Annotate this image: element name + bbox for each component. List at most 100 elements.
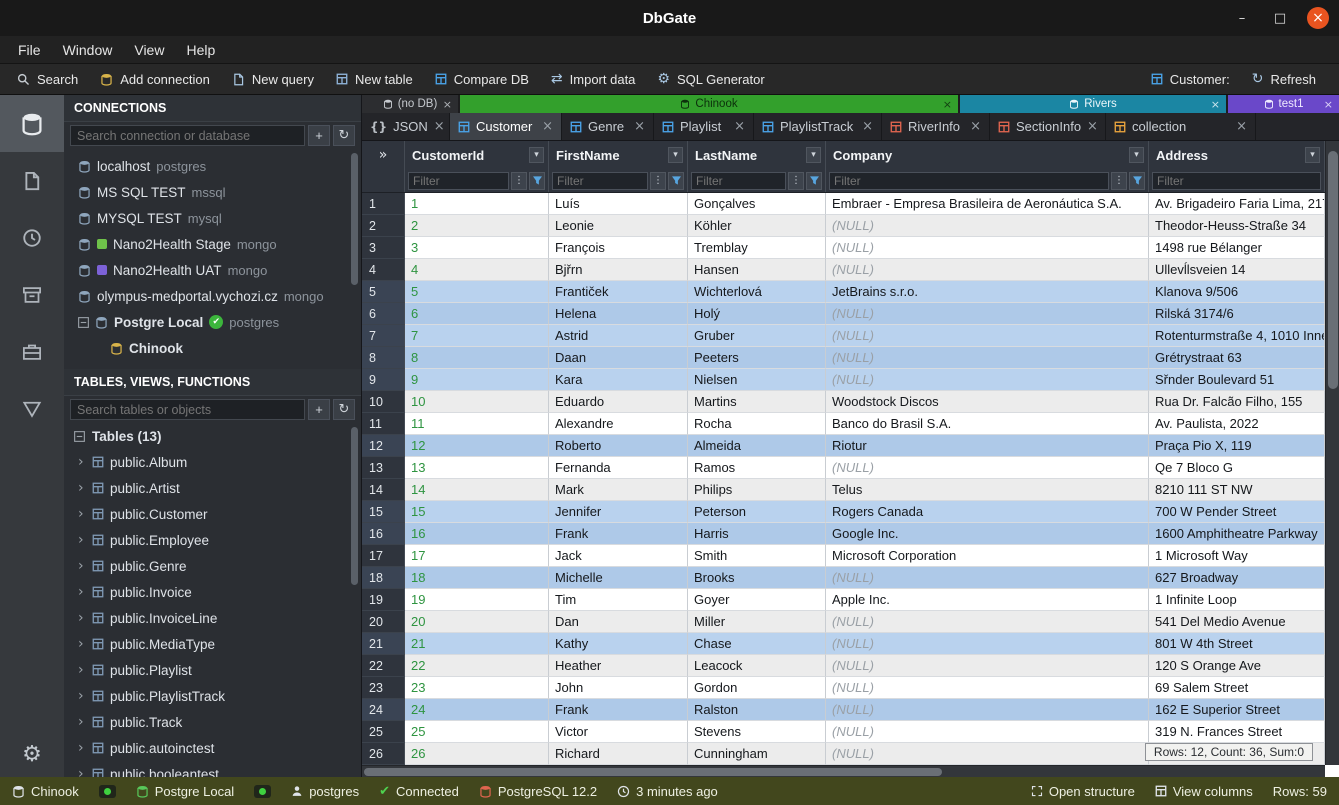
cell-customerid[interactable]: 13 (405, 457, 549, 479)
cell-company[interactable]: Telus (826, 479, 1149, 501)
file-tab-collection[interactable]: collection× (1106, 113, 1256, 140)
cell-firstname[interactable]: Kara (549, 369, 688, 391)
cell-customerid[interactable]: 21 (405, 633, 549, 655)
cell-firstname[interactable]: Eduardo (549, 391, 688, 413)
cell-lastname[interactable]: Gordon (688, 677, 826, 699)
cell-firstname[interactable]: Frantiček (549, 281, 688, 303)
db-tab-test1[interactable]: test1× (1228, 95, 1339, 113)
cell-lastname[interactable]: Nielsen (688, 369, 826, 391)
cell-firstname[interactable]: François (549, 237, 688, 259)
import-data-button[interactable]: ⇄Import data (540, 64, 647, 94)
cell-lastname[interactable]: Cunningham (688, 743, 826, 765)
cell-address[interactable]: 120 S Orange Ave (1149, 655, 1325, 677)
cell-customerid[interactable]: 14 (405, 479, 549, 501)
row-number[interactable]: 20 (362, 611, 405, 633)
cell-firstname[interactable]: Luís (549, 193, 688, 215)
tab-close-icon[interactable]: × (1087, 119, 1098, 134)
new-query-button[interactable]: New query (221, 64, 325, 94)
collapse-minus-icon[interactable] (78, 317, 89, 328)
cell-lastname[interactable]: Wichterlová (688, 281, 826, 303)
table-item-public-employee[interactable]: ›public.Employee (64, 527, 361, 553)
row-number[interactable]: 11 (362, 413, 405, 435)
cell-firstname[interactable]: Jack (549, 545, 688, 567)
connection-item-postgre-local[interactable]: Postgre Local✔postgres (64, 309, 361, 335)
add-object-button[interactable]: + (308, 399, 330, 420)
column-header-customerid[interactable]: CustomerId▾ (405, 141, 549, 169)
cell-firstname[interactable]: John (549, 677, 688, 699)
cell-company[interactable]: Rogers Canada (826, 501, 1149, 523)
filter-menu-button[interactable]: ⋮ (650, 172, 666, 190)
cell-company[interactable]: Riotur (826, 435, 1149, 457)
cell-firstname[interactable]: Astrid (549, 325, 688, 347)
cell-address[interactable]: 1 Microsoft Way (1149, 545, 1325, 567)
cell-address[interactable]: Klanova 9/506 (1149, 281, 1325, 303)
cell-lastname[interactable]: Smith (688, 545, 826, 567)
search-button[interactable]: Search (6, 64, 89, 94)
cell-address[interactable]: 162 E Superior Street (1149, 699, 1325, 721)
cell-lastname[interactable]: Almeida (688, 435, 826, 457)
cell-firstname[interactable]: Daan (549, 347, 688, 369)
filter-input-lastname[interactable] (691, 172, 786, 190)
cell-company[interactable]: (NULL) (826, 743, 1149, 765)
cell-company[interactable]: Google Inc. (826, 523, 1149, 545)
cell-customerid[interactable]: 1 (405, 193, 549, 215)
sql-generator-button[interactable]: ⚙SQL Generator (646, 64, 775, 94)
table-item-public-playlisttrack[interactable]: ›public.PlaylistTrack (64, 683, 361, 709)
menu-file[interactable]: File (8, 39, 51, 61)
tab-close-icon[interactable]: × (443, 98, 452, 111)
filter-funnel-button[interactable] (529, 172, 545, 190)
cell-address[interactable]: Sřnder Boulevard 51 (1149, 369, 1325, 391)
row-number[interactable]: 1 (362, 193, 405, 215)
cell-lastname[interactable]: Rocha (688, 413, 826, 435)
cell-company[interactable]: (NULL) (826, 677, 1149, 699)
column-header-address[interactable]: Address▾ (1149, 141, 1325, 169)
row-number[interactable]: 23 (362, 677, 405, 699)
tab-close-icon[interactable]: × (634, 119, 645, 134)
cell-address[interactable]: 627 Broadway (1149, 567, 1325, 589)
row-number[interactable]: 15 (362, 501, 405, 523)
activity-archive-icon[interactable] (0, 266, 64, 323)
cell-company[interactable]: (NULL) (826, 325, 1149, 347)
row-number[interactable]: 24 (362, 699, 405, 721)
cell-company[interactable]: (NULL) (826, 237, 1149, 259)
cell-lastname[interactable]: Martins (688, 391, 826, 413)
cell-firstname[interactable]: Helena (549, 303, 688, 325)
tab-close-icon[interactable]: × (943, 98, 952, 111)
status-open-structure[interactable]: Open structure (1031, 784, 1135, 799)
table-item-public-playlist[interactable]: ›public.Playlist (64, 657, 361, 683)
horizontal-scrollbar[interactable] (362, 765, 1325, 777)
cell-company[interactable]: (NULL) (826, 655, 1149, 677)
row-number[interactable]: 5 (362, 281, 405, 303)
activity-settings-icon[interactable]: ⚙ (22, 742, 42, 767)
cell-firstname[interactable]: Leonie (549, 215, 688, 237)
cell-address[interactable]: Rilská 3174/6 (1149, 303, 1325, 325)
row-number[interactable]: 17 (362, 545, 405, 567)
tables-scrollbar-thumb[interactable] (351, 427, 358, 585)
cell-company[interactable]: Woodstock Discos (826, 391, 1149, 413)
file-tab-playlisttrack[interactable]: PlaylistTrack× (754, 113, 882, 140)
cell-company[interactable]: (NULL) (826, 215, 1149, 237)
row-number[interactable]: 19 (362, 589, 405, 611)
cell-firstname[interactable]: Dan (549, 611, 688, 633)
cell-firstname[interactable]: Mark (549, 479, 688, 501)
cell-address[interactable]: 1498 rue Bélanger (1149, 237, 1325, 259)
cell-firstname[interactable]: Jennifer (549, 501, 688, 523)
menu-view[interactable]: View (124, 39, 174, 61)
menu-window[interactable]: Window (53, 39, 123, 61)
cell-lastname[interactable]: Tremblay (688, 237, 826, 259)
cell-lastname[interactable]: Peeters (688, 347, 826, 369)
filter-menu-button[interactable]: ⋮ (511, 172, 527, 190)
cell-company[interactable]: (NULL) (826, 567, 1149, 589)
cell-firstname[interactable]: Bjřrn (549, 259, 688, 281)
cell-company[interactable]: Banco do Brasil S.A. (826, 413, 1149, 435)
row-number[interactable]: 22 (362, 655, 405, 677)
tab-close-icon[interactable]: × (734, 119, 745, 134)
cell-customerid[interactable]: 11 (405, 413, 549, 435)
cell-address[interactable]: Av. Paulista, 2022 (1149, 413, 1325, 435)
connection-item-nano2health-uat[interactable]: Nano2Health UATmongo (64, 257, 361, 283)
db-tab-chinook[interactable]: Chinook× (460, 95, 958, 113)
cell-customerid[interactable]: 7 (405, 325, 549, 347)
cell-address[interactable]: 1 Infinite Loop (1149, 589, 1325, 611)
cell-firstname[interactable]: Frank (549, 523, 688, 545)
filter-funnel-button[interactable] (806, 172, 822, 190)
